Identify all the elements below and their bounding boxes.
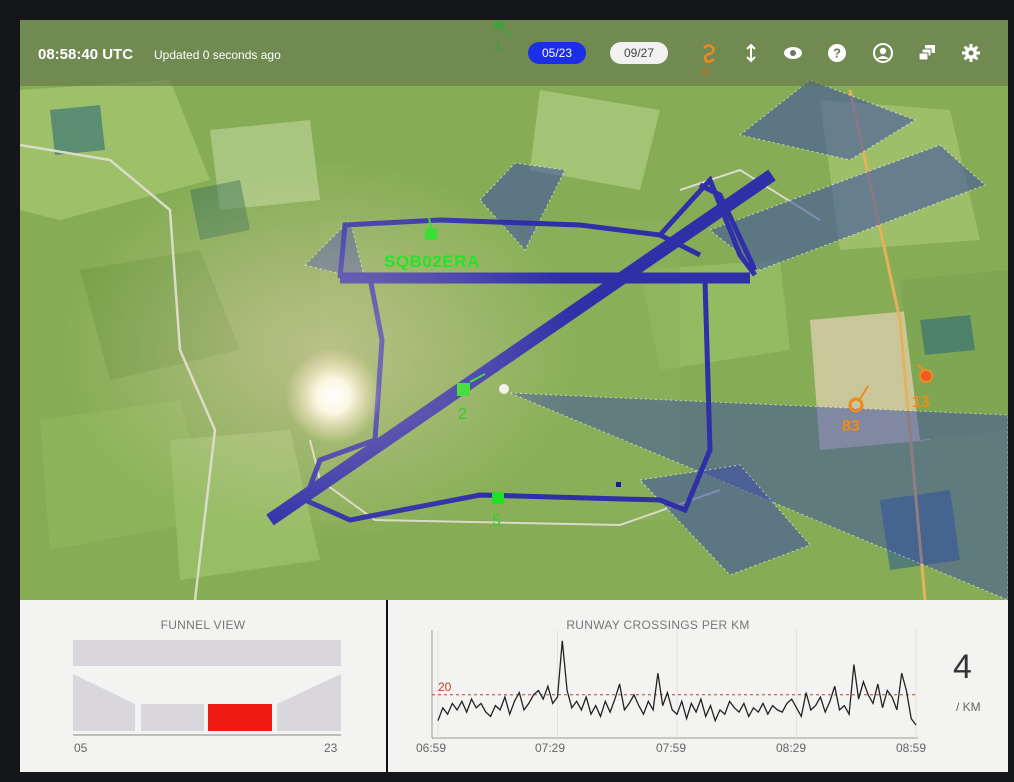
top-bar: 08:58:40 UTC Updated 0 seconds ago 05/23… <box>20 20 1008 86</box>
airport-map[interactable]: SQB02ERA 1 2 5 4 83 13 08:58:40 UTC Upda… <box>20 20 1008 600</box>
x-tick-0759: 07:59 <box>656 741 687 755</box>
vehicle-label-2: 2 <box>458 406 467 423</box>
runway-09-27-button[interactable]: 09/27 <box>610 42 669 64</box>
eye-icon[interactable] <box>782 42 804 64</box>
x-tick-0729: 07:29 <box>535 741 566 755</box>
funnel-left-label: 05 <box>74 741 88 755</box>
utc-clock: 08:58:40 UTC <box>38 46 134 63</box>
funnel-view-panel: FUNNEL VIEW 05 23 <box>20 600 386 772</box>
crossings-unit: / KM <box>956 700 981 714</box>
sun-glare <box>285 348 381 444</box>
gear-icon[interactable] <box>960 42 982 64</box>
app-window: SQB02ERA 1 2 5 4 83 13 08:58:40 UTC Upda… <box>20 20 1008 772</box>
aircraft-callsign: SQB02ERA <box>384 252 480 271</box>
map-canvas[interactable] <box>20 20 1008 600</box>
vehicle-label-5: 5 <box>492 512 501 529</box>
chart-gridlines <box>437 630 917 738</box>
traffic-label-13: 13 <box>912 394 930 411</box>
runway-05-23-button[interactable]: 05/23 <box>528 42 587 64</box>
traffic-label-83: 83 <box>842 418 860 435</box>
arrows-vertical-icon[interactable] <box>740 42 762 64</box>
vehicle-marker-5[interactable] <box>492 492 504 504</box>
svg-text:?: ? <box>833 46 841 61</box>
help-icon[interactable]: ? <box>826 42 848 64</box>
traffic-marker-13[interactable] <box>919 369 933 383</box>
funnel-right-wing <box>277 674 341 731</box>
funnel-left-center <box>141 704 204 731</box>
runway-crossings-panel: RUNWAY CROSSINGS PER KM 20 06:59 07:29 0… <box>388 600 1008 772</box>
funnel-right-label: 23 <box>324 741 338 755</box>
threshold-label: 20 <box>438 680 452 694</box>
traffic-alert-icon[interactable] <box>698 42 720 64</box>
funnel-upper-band <box>73 640 341 666</box>
layers-icon[interactable] <box>916 42 938 64</box>
update-status: Updated 0 seconds ago <box>154 48 281 62</box>
x-tick-0859: 08:59 <box>896 741 927 755</box>
funnel-active-segment <box>208 704 272 731</box>
x-tick-0829: 08:29 <box>776 741 807 755</box>
x-tick-0659: 06:59 <box>416 741 447 755</box>
current-crossings-value: 4 <box>953 648 972 686</box>
user-icon[interactable] <box>872 42 894 64</box>
funnel-left-wing <box>73 674 135 731</box>
